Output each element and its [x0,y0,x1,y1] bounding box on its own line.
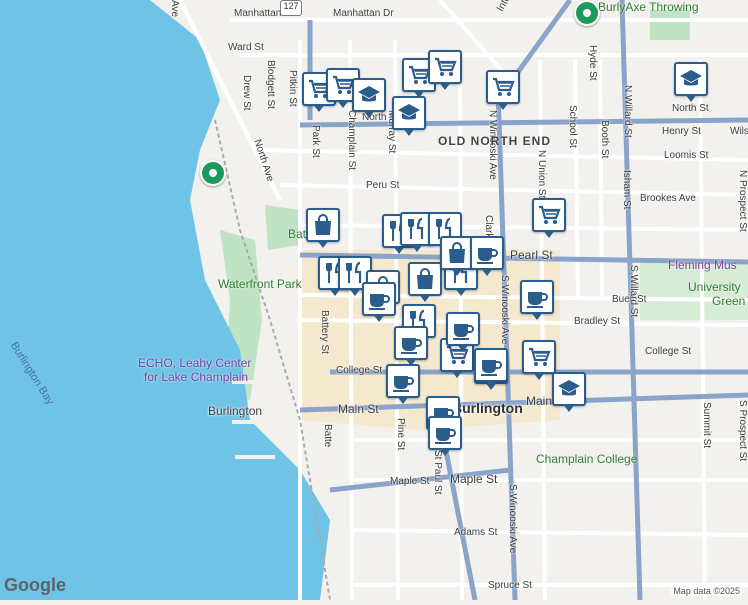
street-label: Pine St [395,418,406,451]
city-label: Burlington [452,400,523,416]
cup-marker-icon[interactable] [520,280,554,320]
poi-label[interactable]: University [688,280,741,294]
cup-marker-icon[interactable] [428,416,462,456]
street-label: Wils [730,126,748,137]
google-logo: Google [4,575,66,595]
poi-label[interactable]: BurlyAxe Throwing [598,0,699,14]
street-label: School St [567,105,578,148]
street-label: S Winooski Ave [507,484,518,554]
cart-marker-icon[interactable] [532,198,566,238]
street-label: Champlain St [346,110,357,171]
street-label: North St [672,103,709,114]
cup-marker-icon[interactable] [474,348,508,388]
poi-pin-icon[interactable] [200,160,226,186]
cup-marker-icon[interactable] [446,312,480,352]
cart-marker-icon[interactable] [486,70,520,110]
cart-marker-icon[interactable] [428,50,462,90]
street-label: Booth St [599,120,610,159]
street-label: Brookes Ave [640,193,696,204]
poi-label[interactable]: Fleming Mus [668,258,737,272]
street-label: Ave [169,0,180,18]
street-label: N Union St [536,150,547,199]
poi-label[interactable]: Champlain College [536,452,637,466]
poi-label[interactable]: Burlington [208,404,262,418]
street-label: Main St [338,402,379,416]
street-label: N Prospect St [737,170,748,232]
street-label: Battery St [319,310,330,354]
cup-marker-icon[interactable] [394,326,428,366]
street-label: Summit St [701,402,712,449]
street-label: Henry St [662,126,701,137]
street-label: Maple St [390,476,430,487]
street-label: College St [336,365,383,376]
street-label: Blodgett St [265,60,276,109]
street-label: St Paul St [432,450,443,495]
poi-label[interactable]: Green [712,294,745,308]
poi-label[interactable]: ECHO, Leahy Center [138,356,251,370]
street-label: College St [645,346,692,357]
school-marker-icon[interactable] [552,372,586,412]
park-label: Waterfront Park [218,277,302,291]
street-label: N Willard St [622,85,633,138]
street-label: S Winooski Ave [499,275,510,345]
route-shield: 127 [280,0,302,16]
street-label: Isham St [621,170,632,210]
school-marker-icon[interactable] [352,78,386,118]
bag-marker-icon[interactable] [408,262,442,302]
map-canvas[interactable]: Manhattan Dr Manhattan Dr Ward St North … [0,0,748,601]
street-label: Peru St [366,180,400,191]
street-label: Manhattan Dr [333,8,394,19]
street-label: Hyde St [587,45,598,81]
school-marker-icon[interactable] [674,62,708,102]
street-label: Drew St [241,75,252,111]
cup-marker-icon[interactable] [362,282,396,322]
district-label: OLD NORTH END [438,134,551,148]
street-label: Adams St [454,527,498,538]
street-label: Pitkin St [287,70,298,107]
poi-pin-icon[interactable] [574,0,600,26]
cup-marker-icon[interactable] [386,364,420,404]
poi-label[interactable]: for Lake Champlain [144,370,248,384]
street-label: Ward St [228,42,264,53]
street-label: S Prospect St [737,400,748,462]
bag-marker-icon[interactable] [440,236,474,276]
street-label: Bradley St [574,316,621,327]
street-label: Park St [310,125,321,158]
street-label: Spruce St [488,580,532,591]
street-label: Maple St [450,472,498,486]
cup-marker-icon[interactable] [470,236,504,276]
cart-marker-icon[interactable] [522,340,556,380]
street-label: S Willard St [628,265,639,318]
map-attribution[interactable]: Map data ©2025 [671,586,742,596]
bag-marker-icon[interactable] [306,208,340,248]
street-label: Batte [322,424,333,448]
school-marker-icon[interactable] [392,96,426,136]
street-label: Pearl St [510,248,553,262]
street-label: Loomis St [664,150,709,161]
